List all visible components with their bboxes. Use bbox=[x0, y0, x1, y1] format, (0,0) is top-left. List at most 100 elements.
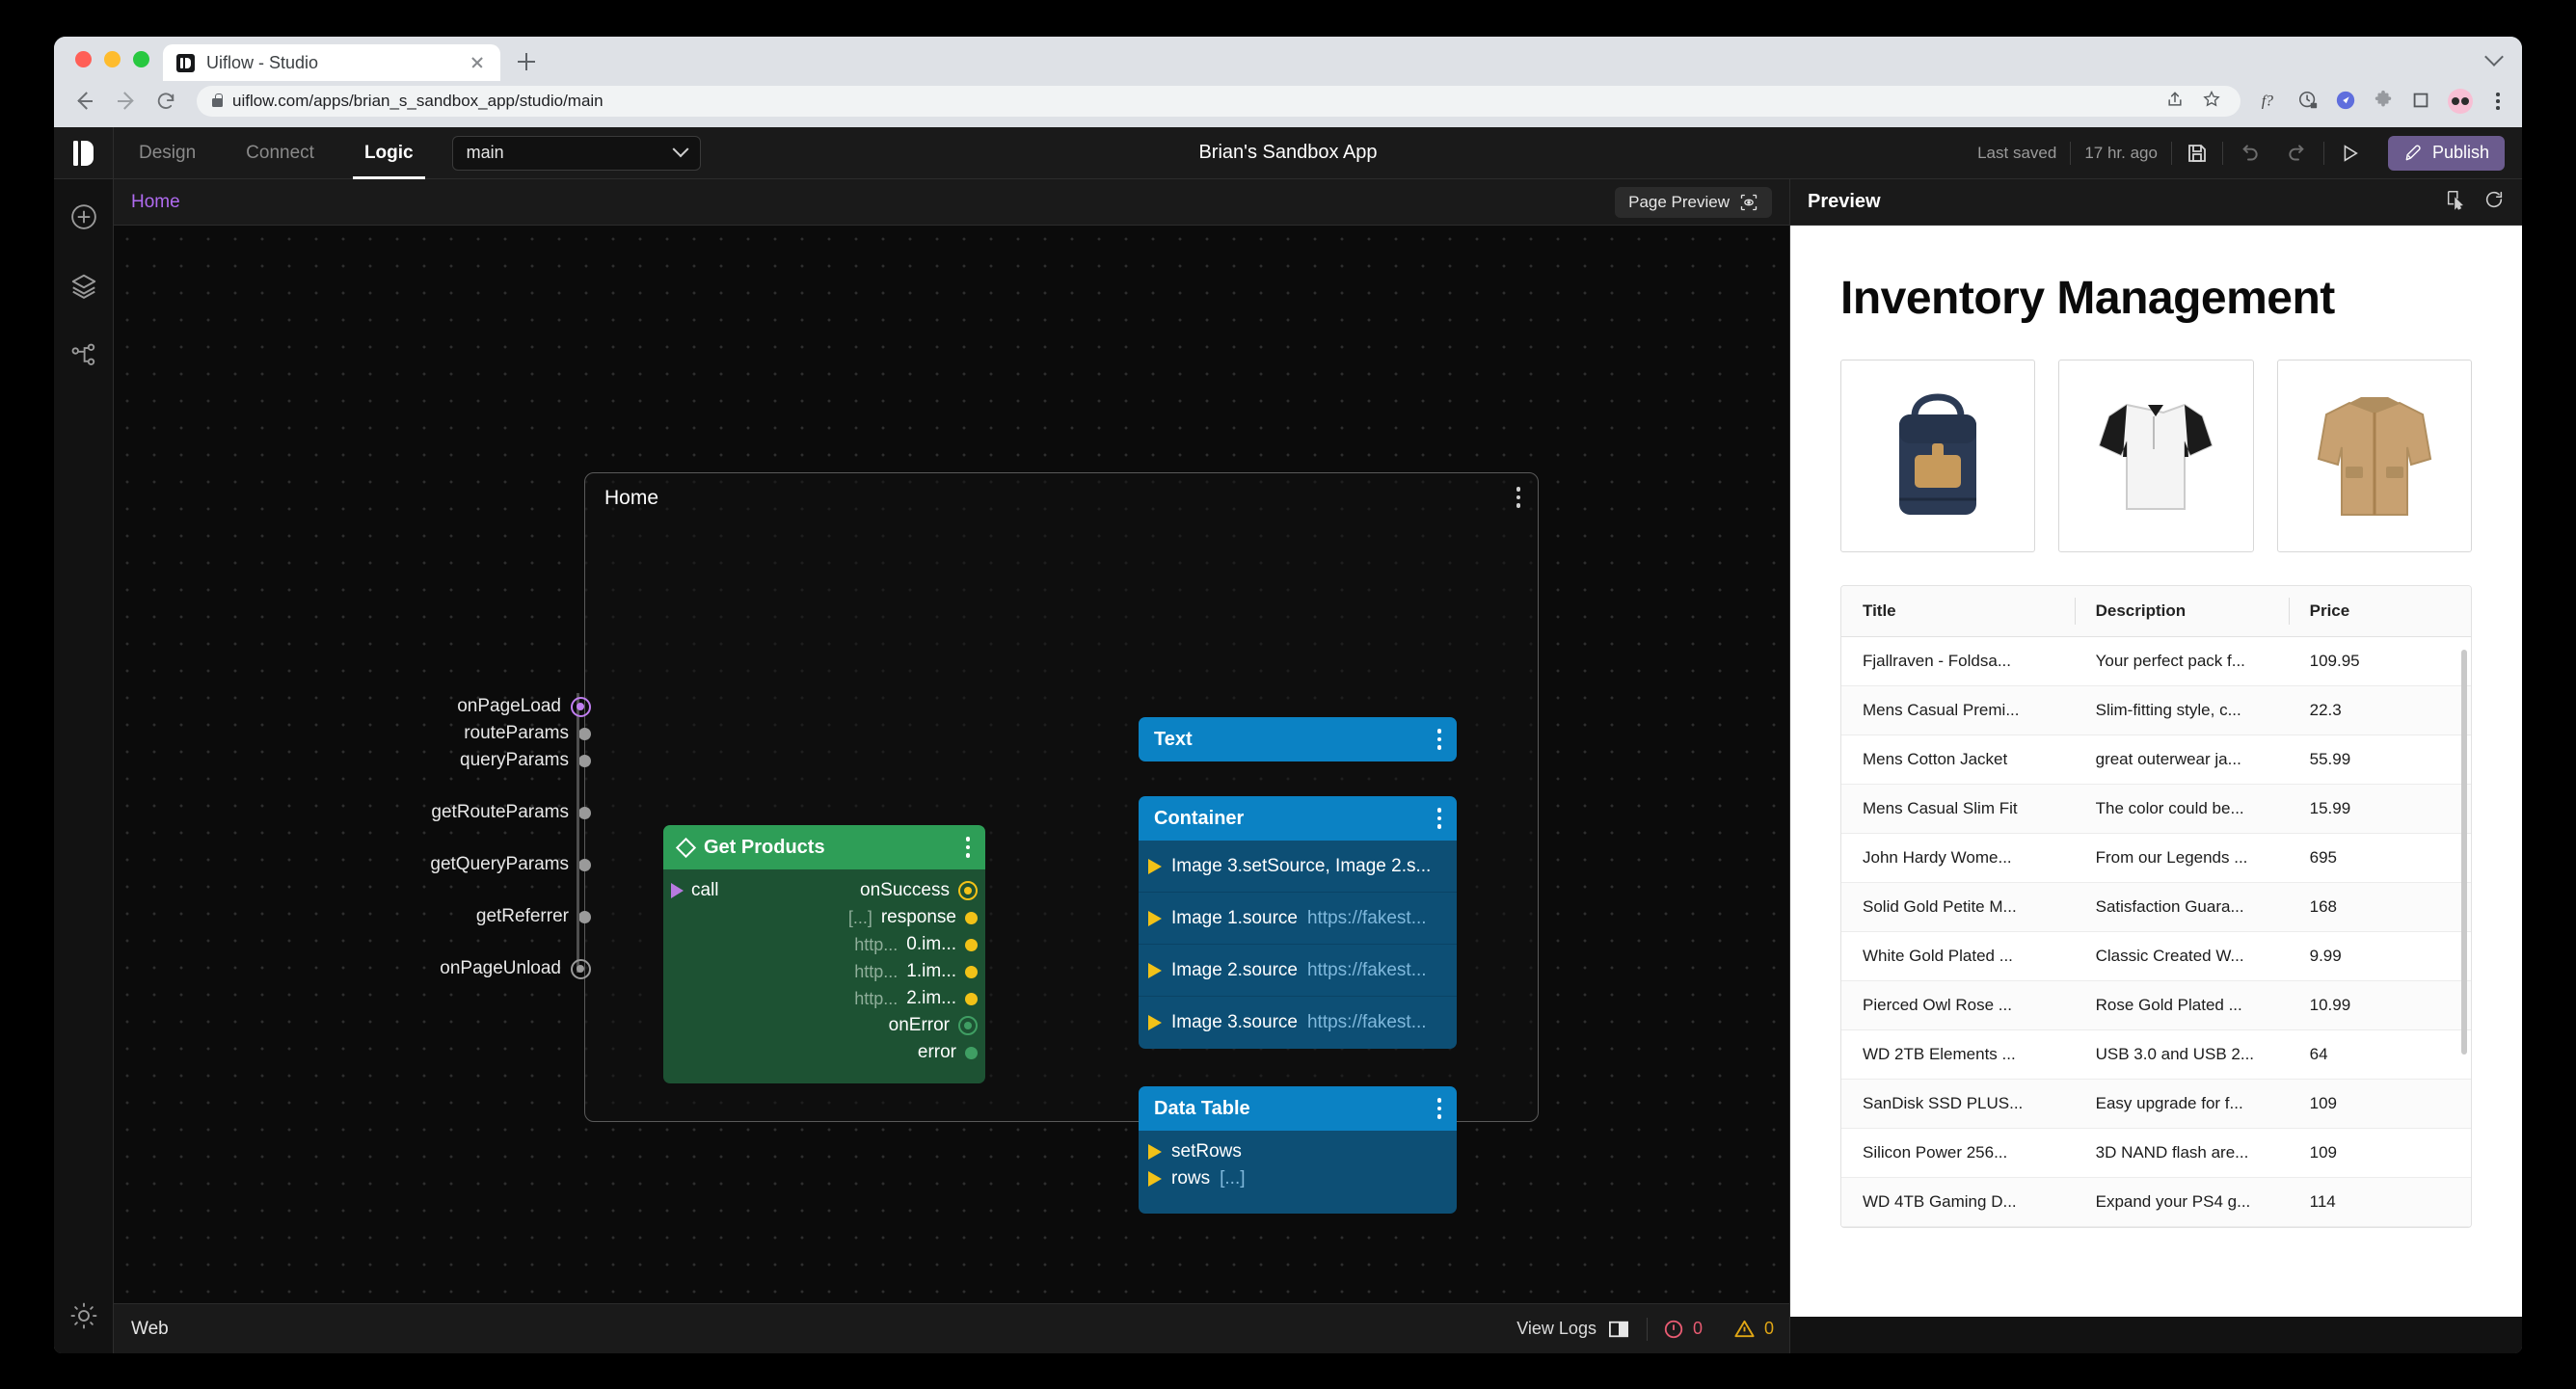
port-handle[interactable] bbox=[578, 910, 591, 923]
clock-lock-icon[interactable] bbox=[2297, 90, 2321, 113]
redo-button[interactable] bbox=[2273, 127, 2323, 179]
table-row[interactable]: Fjallraven - Foldsa... Your perfect pack… bbox=[1841, 636, 2471, 686]
refresh-icon[interactable] bbox=[2483, 189, 2505, 216]
column-header-title[interactable]: Title bbox=[1841, 586, 2075, 637]
close-tab-icon[interactable] bbox=[468, 53, 487, 72]
back-button[interactable] bbox=[67, 84, 102, 119]
fn-output-2-image[interactable]: http... 2.im... bbox=[663, 985, 985, 1012]
reload-icon[interactable] bbox=[148, 84, 183, 119]
tab-connect[interactable]: Connect bbox=[221, 127, 339, 179]
table-row[interactable]: Silicon Power 256... 3D NAND flash are..… bbox=[1841, 1128, 2471, 1178]
fn-output-0-image[interactable]: http... 0.im... bbox=[663, 931, 985, 958]
compass-icon[interactable] bbox=[2335, 90, 2358, 113]
port-getQueryParams[interactable]: getQueryParams bbox=[398, 851, 591, 878]
port-handle[interactable] bbox=[571, 696, 591, 717]
save-button[interactable] bbox=[2172, 127, 2222, 179]
port-onPageLoad[interactable]: onPageLoad bbox=[398, 693, 591, 720]
select-pointer-icon[interactable] bbox=[2445, 189, 2466, 216]
fn-input-call[interactable]: call onSuccess bbox=[663, 877, 985, 904]
table-scrollbar[interactable] bbox=[2461, 650, 2467, 1055]
forward-button[interactable] bbox=[108, 84, 143, 119]
fn-output-response[interactable]: [...] response bbox=[663, 904, 985, 931]
fn-output-onError[interactable]: onError bbox=[663, 1012, 985, 1039]
row-set-source[interactable]: Image 3.setSource, Image 2.s... bbox=[1139, 841, 1457, 893]
table-row[interactable]: Mens Casual Slim Fit The color could be.… bbox=[1841, 784, 2471, 834]
port-handle[interactable] bbox=[578, 806, 591, 819]
preview-viewport[interactable]: Inventory Management Title Description P… bbox=[1790, 226, 2522, 1317]
square-icon[interactable] bbox=[2410, 90, 2433, 113]
preview-data-table[interactable]: Title Description Price Fjallraven - Fol… bbox=[1840, 585, 2472, 1228]
add-icon[interactable] bbox=[67, 200, 100, 233]
undo-button[interactable] bbox=[2223, 127, 2273, 179]
row-rows[interactable]: rows [...] bbox=[1139, 1165, 1457, 1192]
address-bar[interactable]: uiflow.com/apps/brian_s_sandbox_app/stud… bbox=[197, 86, 2241, 117]
port-handle[interactable] bbox=[571, 958, 591, 979]
warning-count[interactable]: 0 bbox=[1718, 1318, 1789, 1340]
f-question-icon[interactable]: f? bbox=[2260, 90, 2283, 113]
share-icon[interactable] bbox=[2165, 90, 2188, 113]
row-image-3-source[interactable]: Image 3.source https://fakest... bbox=[1139, 997, 1457, 1049]
node-menu-icon[interactable] bbox=[1436, 808, 1441, 829]
port-queryParams[interactable]: queryParams bbox=[398, 747, 591, 774]
table-row[interactable]: Solid Gold Petite M... Satisfaction Guar… bbox=[1841, 882, 2471, 932]
node-menu-icon[interactable] bbox=[1436, 1098, 1441, 1119]
browser-tab[interactable]: Uiflow - Studio bbox=[163, 44, 500, 81]
column-header-price[interactable]: Price bbox=[2288, 586, 2471, 637]
port-getRouteParams[interactable]: getRouteParams bbox=[398, 799, 591, 826]
row-set-rows[interactable]: setRows bbox=[1139, 1138, 1457, 1165]
node-menu-icon[interactable] bbox=[965, 837, 970, 858]
node-get-products[interactable]: Get Products call onSuccess [...] respon… bbox=[663, 825, 985, 1083]
node-container[interactable]: Container Image 3.setSource, Image 2.s..… bbox=[1139, 796, 1457, 1049]
maximize-window-button[interactable] bbox=[133, 50, 149, 67]
output-handle-error[interactable] bbox=[965, 1046, 978, 1059]
minimize-window-button[interactable] bbox=[104, 50, 121, 67]
chevron-down-icon[interactable] bbox=[2484, 47, 2504, 67]
puzzle-extension-icon[interactable] bbox=[2373, 90, 2396, 113]
row-image-1-source[interactable]: Image 1.source https://fakest... bbox=[1139, 893, 1457, 945]
output-handle-1-image[interactable] bbox=[965, 965, 978, 978]
tab-design[interactable]: Design bbox=[114, 127, 221, 179]
port-handle[interactable] bbox=[578, 754, 591, 767]
theme-toggle-icon[interactable] bbox=[67, 1299, 100, 1332]
table-row[interactable]: WD 4TB Gaming D... Expand your PS4 g... … bbox=[1841, 1177, 2471, 1227]
output-handle-onError[interactable] bbox=[958, 1016, 978, 1035]
bookmark-star-icon[interactable] bbox=[2202, 90, 2225, 113]
app-logo[interactable] bbox=[54, 126, 114, 179]
tab-logic[interactable]: Logic bbox=[339, 127, 439, 179]
port-onPageUnload[interactable]: onPageUnload bbox=[398, 955, 591, 982]
run-preview-button[interactable] bbox=[2324, 127, 2375, 179]
logic-canvas[interactable]: Home onPageLoad routeParams queryParams … bbox=[114, 226, 1789, 1303]
node-text[interactable]: Text bbox=[1139, 717, 1457, 761]
table-row[interactable]: Pierced Owl Rose ... Rose Gold Plated ..… bbox=[1841, 980, 2471, 1030]
view-logs-button[interactable]: View Logs bbox=[1499, 1319, 1647, 1339]
node-header[interactable]: Get Products bbox=[663, 825, 985, 869]
node-graph-icon[interactable] bbox=[67, 339, 100, 372]
table-row[interactable]: SanDisk SSD PLUS... Easy upgrade for f..… bbox=[1841, 1079, 2471, 1129]
table-row[interactable]: WD 2TB Elements ... USB 3.0 and USB 2...… bbox=[1841, 1029, 2471, 1080]
fn-output-error[interactable]: error bbox=[663, 1039, 985, 1066]
fn-output-1-image[interactable]: http... 1.im... bbox=[663, 958, 985, 985]
output-handle-2-image[interactable] bbox=[965, 992, 978, 1005]
port-handle[interactable] bbox=[578, 858, 591, 871]
output-handle-0-image[interactable] bbox=[965, 938, 978, 951]
new-tab-icon[interactable] bbox=[510, 45, 543, 78]
table-row[interactable]: Mens Cotton Jacket great outerwear ja...… bbox=[1841, 735, 2471, 785]
page-preview-button[interactable]: Page Preview bbox=[1615, 187, 1772, 218]
node-header[interactable]: Text bbox=[1139, 717, 1457, 761]
publish-button[interactable]: Publish bbox=[2387, 135, 2505, 171]
row-image-2-source[interactable]: Image 2.source https://fakest... bbox=[1139, 945, 1457, 997]
browser-menu-icon[interactable] bbox=[2487, 90, 2509, 113]
group-menu-icon[interactable] bbox=[1516, 487, 1520, 508]
close-window-button[interactable] bbox=[75, 50, 92, 67]
layers-icon[interactable] bbox=[67, 270, 100, 303]
column-header-description[interactable]: Description bbox=[2074, 586, 2289, 637]
breadcrumb[interactable]: Home bbox=[131, 192, 180, 213]
port-handle[interactable] bbox=[578, 727, 591, 740]
output-handle-onSuccess[interactable] bbox=[958, 881, 978, 900]
port-routeParams[interactable]: routeParams bbox=[398, 720, 591, 747]
port-getReferrer[interactable]: getReferrer bbox=[398, 903, 591, 930]
error-count[interactable]: 0 bbox=[1648, 1319, 1718, 1340]
glasses-avatar-icon[interactable] bbox=[2448, 89, 2473, 114]
node-header[interactable]: Container bbox=[1139, 796, 1457, 841]
page-select-dropdown[interactable]: main bbox=[451, 135, 701, 171]
